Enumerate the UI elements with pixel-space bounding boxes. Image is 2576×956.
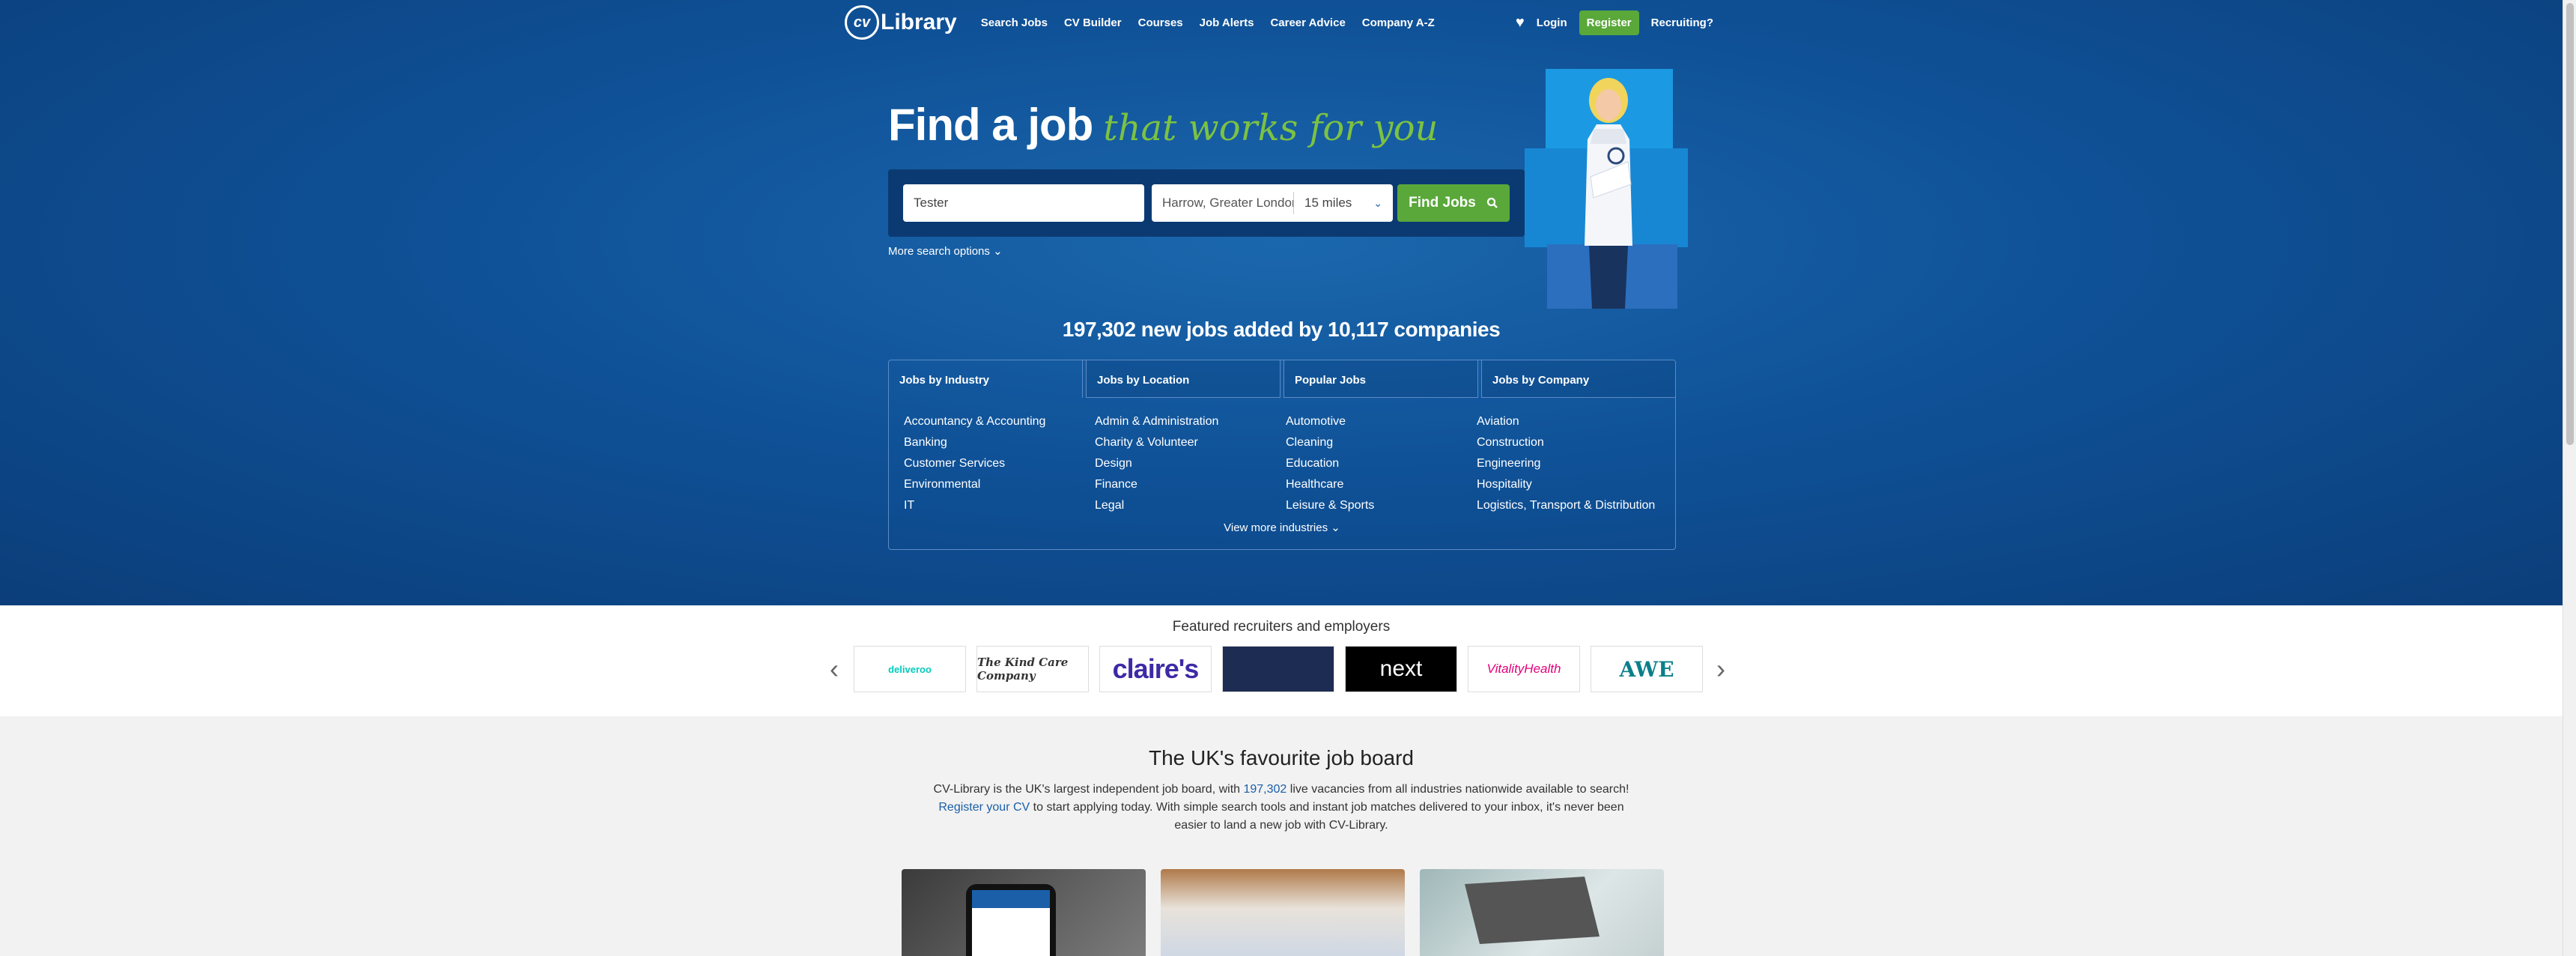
nav-links: Search Jobs CV Builder Courses Job Alert… — [981, 16, 1451, 29]
laptop-image[interactable] — [1420, 869, 1664, 956]
tab-jobs-by-company[interactable]: Jobs by Company — [1481, 360, 1675, 398]
browse-panel: Jobs by Industry Jobs by Location Popula… — [888, 360, 1676, 550]
chevron-right-icon[interactable]: › — [1716, 653, 1725, 685]
industry-column: Aviation Construction Engineering Hospit… — [1477, 411, 1668, 516]
industry-link[interactable]: Environmental — [904, 474, 1095, 495]
recruiter-logo-claires[interactable]: claire's — [1099, 646, 1212, 692]
recruiter-logo-navy[interactable] — [1222, 646, 1334, 692]
nav-courses[interactable]: Courses — [1138, 16, 1183, 29]
live-vacancies-link[interactable]: 197,302 — [1243, 783, 1287, 796]
find-jobs-button[interactable]: Find Jobs — [1397, 184, 1510, 222]
view-more-label: View more industries — [1224, 521, 1328, 534]
office-image[interactable] — [1161, 869, 1405, 956]
chevron-down-icon: ⌄ — [993, 245, 1003, 258]
industry-link[interactable]: Admin & Administration — [1095, 411, 1286, 432]
industry-column: Automotive Cleaning Education Healthcare… — [1286, 411, 1477, 516]
chevron-down-icon: ⌄ — [1331, 521, 1340, 534]
recruiting-link[interactable]: Recruiting? — [1651, 16, 1713, 29]
register-button[interactable]: Register — [1579, 10, 1639, 35]
tab-jobs-by-industry[interactable]: Jobs by Industry — [889, 360, 1083, 398]
industry-link[interactable]: Automotive — [1286, 411, 1477, 432]
laptop-icon — [1465, 877, 1600, 944]
tab-popular-jobs[interactable]: Popular Jobs — [1284, 360, 1478, 398]
nav-career-advice[interactable]: Career Advice — [1270, 16, 1345, 29]
about-paragraph: CV-Library is the UK's largest independe… — [929, 781, 1634, 835]
nav-job-alerts[interactable]: Job Alerts — [1200, 16, 1254, 29]
industry-link[interactable]: Charity & Volunteer — [1095, 432, 1286, 453]
hero-headline: Find a job that works for you — [888, 99, 1438, 151]
industry-link[interactable]: Customer Services — [904, 453, 1095, 474]
industry-link[interactable]: Engineering — [1477, 453, 1668, 474]
industry-link[interactable]: Construction — [1477, 432, 1668, 453]
industry-link[interactable]: IT — [904, 495, 1095, 516]
industry-link[interactable]: Banking — [904, 432, 1095, 453]
tab-jobs-by-location[interactable]: Jobs by Location — [1086, 360, 1281, 398]
radius-select[interactable]: 15 miles ⌄ — [1294, 196, 1393, 211]
industry-column: Accountancy & Accounting Banking Custome… — [904, 411, 1095, 516]
register-cv-link[interactable]: Register your CV — [938, 801, 1030, 814]
page-scrollbar[interactable] — [2563, 0, 2576, 956]
recruiter-logo-vitality[interactable]: VitalityHealth — [1468, 646, 1580, 692]
find-jobs-label: Find Jobs — [1409, 195, 1476, 211]
view-more-industries[interactable]: View more industries ⌄ — [889, 521, 1675, 534]
more-search-options-label: More search options — [888, 245, 990, 258]
industry-link[interactable]: Healthcare — [1286, 474, 1477, 495]
heart-icon[interactable]: ♥ — [1516, 14, 1525, 31]
industry-columns: Accountancy & Accounting Banking Custome… — [904, 411, 1668, 516]
recruiter-logo-next[interactable]: next — [1345, 646, 1457, 692]
location-input[interactable]: Harrow, Greater London — [1152, 192, 1294, 214]
cv-logo-badge: cv — [845, 5, 879, 40]
industry-link[interactable]: Accountancy & Accounting — [904, 411, 1095, 432]
hero-title: Find a job — [888, 100, 1093, 150]
phone-app-image[interactable] — [902, 869, 1146, 956]
featured-title: Featured recruiters and employers — [1172, 619, 1391, 635]
browse-tabs: Jobs by Industry Jobs by Location Popula… — [889, 360, 1675, 398]
about-text: live vacancies from all industries natio… — [1287, 783, 1629, 796]
industry-link[interactable]: Aviation — [1477, 411, 1668, 432]
top-nav: cv Library Search Jobs CV Builder Course… — [845, 0, 1713, 45]
industry-link[interactable]: Cleaning — [1286, 432, 1477, 453]
about-text: to start applying today. With simple sea… — [1030, 801, 1624, 832]
industry-link[interactable]: Design — [1095, 453, 1286, 474]
search-icon — [1486, 197, 1498, 208]
logo-text: Library — [881, 10, 957, 34]
jobs-count-text: 197,302 new jobs added by 10,117 compani… — [1062, 318, 1501, 341]
hero-title-accent: that works for you — [1103, 107, 1439, 149]
industry-column: Admin & Administration Charity & Volunte… — [1095, 411, 1286, 516]
chevron-left-icon[interactable]: ‹ — [830, 653, 839, 685]
featured-logos: deliveroo The Kind Care Company claire's… — [854, 646, 1703, 692]
industry-link[interactable]: Education — [1286, 453, 1477, 474]
industry-link[interactable]: Hospitality — [1477, 474, 1668, 495]
nav-cv-builder[interactable]: CV Builder — [1064, 16, 1122, 29]
industry-link[interactable]: Finance — [1095, 474, 1286, 495]
about-section: The UK's favourite job board CV-Library … — [0, 716, 2563, 956]
location-field: Harrow, Greater London 15 miles ⌄ — [1152, 184, 1393, 222]
scrollbar-thumb[interactable] — [2566, 3, 2574, 445]
recruiter-logo-awe[interactable]: AWE — [1591, 646, 1703, 692]
cv-library-logo[interactable]: cv Library — [845, 5, 957, 40]
recruiter-logo-deliveroo[interactable]: deliveroo — [854, 646, 966, 692]
phone-icon — [966, 884, 1056, 956]
hero-person-image — [1525, 66, 1692, 309]
radius-value: 15 miles — [1304, 196, 1352, 210]
login-link[interactable]: Login — [1537, 16, 1567, 29]
nurse-illustration — [1585, 78, 1632, 309]
feature-thumbnails — [902, 869, 1664, 956]
industry-link[interactable]: Legal — [1095, 495, 1286, 516]
nav-right: ♥ Login Register Recruiting? — [1516, 10, 1713, 35]
recruiter-logo-kind-care[interactable]: The Kind Care Company — [976, 646, 1089, 692]
keyword-input[interactable]: Tester — [903, 184, 1144, 222]
featured-section: Featured recruiters and employers ‹ deli… — [0, 605, 2563, 716]
about-title: The UK's favourite job board — [1149, 746, 1414, 769]
nav-search-jobs[interactable]: Search Jobs — [981, 16, 1048, 29]
nav-company-a-z[interactable]: Company A-Z — [1362, 16, 1435, 29]
industry-link[interactable]: Logistics, Transport & Distribution — [1477, 495, 1668, 516]
about-text: CV-Library is the UK's largest independe… — [933, 783, 1244, 796]
industry-link[interactable]: Leisure & Sports — [1286, 495, 1477, 516]
chevron-down-icon: ⌄ — [1373, 196, 1382, 209]
more-search-options[interactable]: More search options ⌄ — [888, 244, 1003, 258]
